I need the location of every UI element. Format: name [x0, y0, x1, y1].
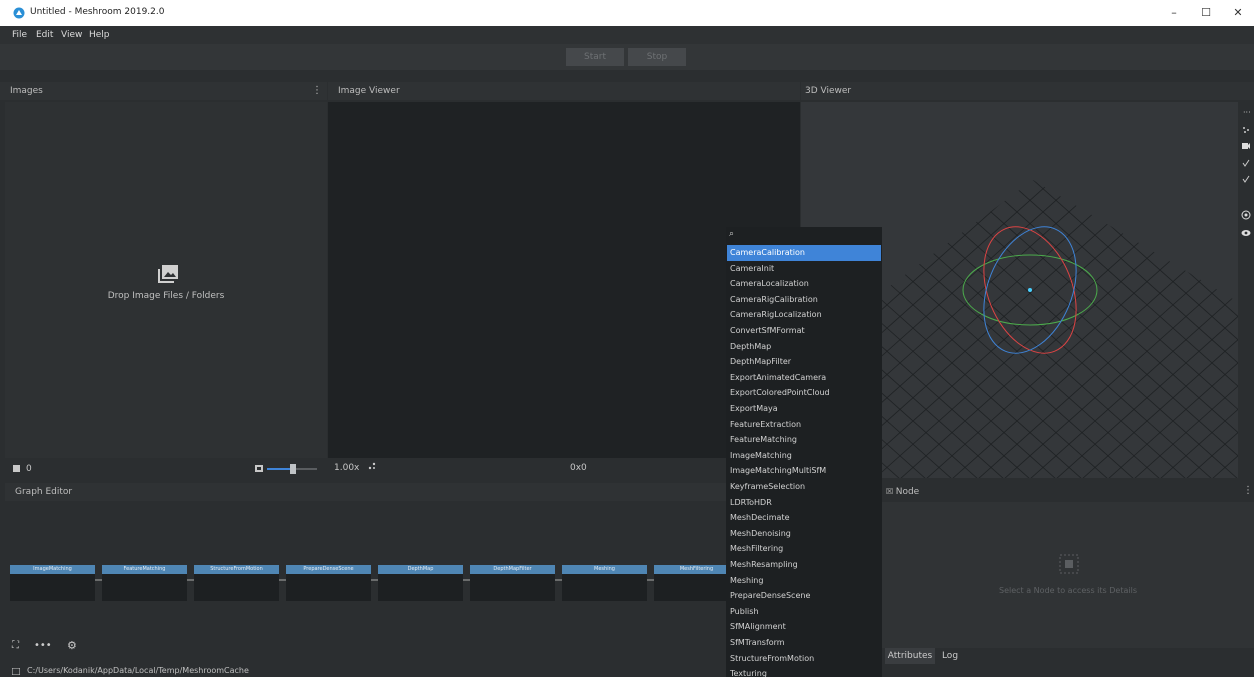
- maximize-button[interactable]: ☐: [1188, 4, 1224, 22]
- node-menu-item[interactable]: CameraRigCalibration: [727, 292, 881, 308]
- node-menu-item[interactable]: SfMAlignment: [727, 619, 881, 635]
- node-title: StructureFromMotion: [194, 565, 279, 574]
- image-gallery-icon: [158, 265, 178, 283]
- title-bar: Untitled - Meshroom 2019.2.0 – ☐ ✕: [0, 0, 1254, 26]
- fit-graph-icon[interactable]: ⛶: [12, 640, 19, 651]
- node-panel-menu-icon[interactable]: ⋮: [1243, 485, 1253, 496]
- viewer3d-header: 3D Viewer: [801, 82, 1254, 100]
- node-search-field[interactable]: ⌕: [726, 227, 882, 244]
- close-button[interactable]: ✕: [1220, 4, 1254, 22]
- graph-editor-title: Graph Editor: [15, 487, 73, 497]
- checkmark-icon[interactable]: [1242, 159, 1250, 167]
- node-title: Meshing: [562, 565, 647, 574]
- node-title: ImageMatching: [10, 565, 95, 574]
- image-viewer-header: Image Viewer: [328, 82, 800, 100]
- thumbnail-size-slider-fill: [267, 468, 292, 470]
- drop-images-text: Drop Image Files / Folders: [107, 291, 225, 301]
- image-viewer-title: Image Viewer: [338, 86, 400, 96]
- start-button[interactable]: Start: [566, 48, 624, 66]
- node-info-icon: ☒: [886, 487, 896, 496]
- node-menu-item[interactable]: ConvertSfMFormat: [727, 323, 881, 339]
- folder-icon: [12, 668, 20, 675]
- node-menu-item[interactable]: ExportAnimatedCamera: [727, 370, 881, 386]
- graph-more-icon[interactable]: •••: [34, 640, 52, 651]
- zoom-level: 1.00x: [334, 463, 360, 473]
- images-footer: 0: [5, 458, 327, 478]
- node-menu-item[interactable]: SfMTransform: [727, 635, 881, 651]
- node-menu-item[interactable]: ImageMatching: [727, 448, 881, 464]
- gizmo-toggle-icon[interactable]: [1241, 210, 1251, 220]
- node-menu-item[interactable]: MeshResampling: [727, 557, 881, 573]
- search-icon: ⌕: [729, 229, 735, 239]
- tab-attributes[interactable]: Attributes: [885, 648, 935, 664]
- images-menu-icon[interactable]: ⋮: [312, 85, 322, 96]
- thumbnail-size-icon: [255, 465, 263, 472]
- stop-button[interactable]: Stop: [628, 48, 686, 66]
- select-node-icon: [1059, 554, 1079, 574]
- image-resolution: 0x0: [570, 463, 587, 473]
- node-menu-item[interactable]: ExportMaya: [727, 401, 881, 417]
- node-menu-item[interactable]: DepthMapFilter: [727, 354, 881, 370]
- node-menu-item[interactable]: FeatureExtraction: [727, 417, 881, 433]
- node-menu-item[interactable]: Meshing: [727, 573, 881, 589]
- visibility-eye-icon[interactable]: [1241, 229, 1251, 237]
- window-title: Untitled - Meshroom 2019.2.0: [30, 7, 165, 17]
- node-title: FeatureMatching: [102, 565, 187, 574]
- tab-log[interactable]: Log: [936, 648, 964, 664]
- menu-edit[interactable]: Edit: [36, 30, 53, 40]
- node-title: DepthMap: [378, 565, 463, 574]
- menu-view[interactable]: View: [61, 30, 82, 40]
- checkmark-icon[interactable]: [1242, 175, 1250, 183]
- node-menu-item[interactable]: MeshFiltering: [727, 541, 881, 557]
- images-title: Images: [10, 86, 43, 96]
- toolbar: Start Stop: [0, 44, 1254, 70]
- node-menu-item[interactable]: CameraCalibration: [727, 245, 881, 261]
- node-placeholder-text: Select a Node to access its Details: [999, 586, 1137, 595]
- images-panel-header: Images: [0, 82, 327, 100]
- menu-help[interactable]: Help: [89, 30, 110, 40]
- viewer3d-side-toolbar: ···: [1238, 102, 1254, 478]
- node-menu-item[interactable]: CameraRigLocalization: [727, 307, 881, 323]
- add-node-menu: ⌕ CameraCalibration CameraInit CameraLocal…: [726, 227, 882, 677]
- node-menu-item[interactable]: DepthMap: [727, 339, 881, 355]
- node-menu-item[interactable]: ExportColoredPointCloud: [727, 385, 881, 401]
- node-panel-title: Node: [895, 487, 920, 497]
- fit-view-icon[interactable]: [368, 462, 376, 470]
- camera-icon[interactable]: [1242, 143, 1250, 149]
- node-menu-item[interactable]: CameraLocalization: [727, 276, 881, 292]
- image-count: 0: [26, 464, 32, 474]
- node-title: PrepareDenseScene: [286, 565, 371, 574]
- minimize-button[interactable]: –: [1156, 4, 1192, 22]
- node-menu-item[interactable]: Texturing: [727, 666, 881, 677]
- node-menu-item[interactable]: FeatureMatching: [727, 432, 881, 448]
- node-menu-item[interactable]: KeyframeSelection: [727, 479, 881, 495]
- gear-icon[interactable]: ⚙: [67, 639, 77, 652]
- meshroom-logo-icon: [13, 7, 25, 19]
- node-menu-item[interactable]: MeshDecimate: [727, 510, 881, 526]
- node-menu-item[interactable]: MeshDenoising: [727, 526, 881, 542]
- node-menu-item[interactable]: LDRToHDR: [727, 495, 881, 511]
- node-menu-item[interactable]: CameraInit: [727, 261, 881, 277]
- more-options-icon[interactable]: ···: [1243, 108, 1251, 117]
- points-icon[interactable]: [1242, 126, 1250, 134]
- image-count-icon: [13, 465, 20, 472]
- cache-path: C:/Users/Kodanik/AppData/Local/Temp/Mesh…: [27, 666, 249, 675]
- node-menu-item[interactable]: StructureFromMotion: [727, 651, 881, 667]
- node-details-area: [882, 502, 1254, 648]
- node-menu-item[interactable]: Publish: [727, 604, 881, 620]
- node-menu-item[interactable]: PrepareDenseScene: [727, 588, 881, 604]
- viewer3d-title: 3D Viewer: [805, 86, 852, 96]
- node-panel-header: ☒ Node: [882, 483, 1254, 501]
- node-menu-item[interactable]: ImageMatchingMultiSfM: [727, 463, 881, 479]
- menu-bar: File Edit View Help: [0, 26, 1254, 44]
- node-title: DepthMapFilter: [470, 565, 555, 574]
- status-bar: C:/Users/Kodanik/AppData/Local/Temp/Mesh…: [0, 665, 1254, 677]
- thumbnail-size-slider-handle[interactable]: [290, 464, 296, 474]
- menu-file[interactable]: File: [12, 30, 27, 40]
